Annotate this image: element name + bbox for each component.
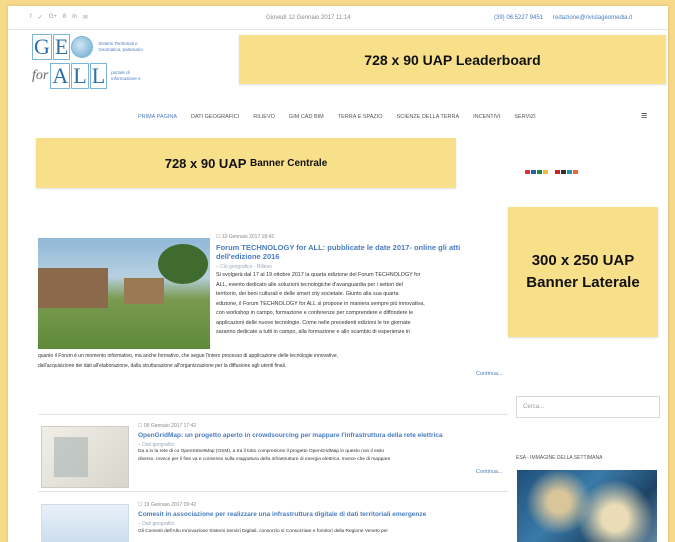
article-excerpt: Da a in la rete di co OpenStreetMap (OSM… bbox=[138, 448, 508, 464]
nav-item-rilievo[interactable]: Rilievo bbox=[253, 114, 275, 120]
page-frame: f ✓ G+ 8 in ✉ Giovedì 12 Gennaio 2017 11… bbox=[8, 6, 668, 542]
language-flag-icon[interactable] bbox=[531, 170, 536, 174]
article-excerpt: Gli Comesit dell'Alto Innovazione Sistem… bbox=[138, 528, 508, 536]
article-date: ☐ 19 Gennaio 2017 09:42 bbox=[138, 502, 197, 508]
article-date: ☐ 09 Gennaio 2017 17:42 bbox=[138, 423, 197, 429]
logo-tagline: Geomatica, partenario bbox=[98, 47, 143, 52]
logo-letter: A bbox=[50, 63, 71, 89]
menu-icon[interactable]: ≡ bbox=[641, 110, 647, 122]
read-more-link[interactable]: Continua... bbox=[476, 469, 503, 475]
excerpt-line: con workshop in campo, formazione e conf… bbox=[216, 310, 414, 316]
linkedin-icon[interactable]: in bbox=[72, 14, 77, 21]
language-flag-icon[interactable] bbox=[573, 170, 578, 174]
top-bar: f ✓ G+ 8 in ✉ Giovedì 12 Gennaio 2017 11… bbox=[8, 6, 668, 30]
rss-icon[interactable]: ✉ bbox=[83, 14, 88, 21]
side-banner-label: Banner Laterale bbox=[526, 274, 640, 291]
center-banner-size: 728 x 90 UAP bbox=[164, 155, 247, 171]
article-title[interactable]: Comesit in associazione per realizzare u… bbox=[138, 510, 508, 519]
facebook-icon[interactable]: f bbox=[30, 14, 32, 21]
article-category[interactable]: – Ciò geografico · Rilievo bbox=[216, 264, 272, 270]
center-banner-label: Banner Centrale bbox=[250, 157, 328, 169]
phone-link[interactable]: (39) 06.5227 9451 bbox=[494, 15, 543, 21]
nav-item-gim-cad-bim[interactable]: GIM CAD BIM bbox=[289, 114, 324, 120]
divider bbox=[38, 491, 508, 492]
article-thumbnail[interactable] bbox=[41, 504, 129, 542]
article-date: ☐ 10 Gennaio 2017 18:42 bbox=[216, 234, 275, 240]
logo-letter: L bbox=[89, 63, 108, 89]
article-title[interactable]: OpenGridMap: un progetto aperto in crowd… bbox=[138, 431, 508, 440]
social-links: f ✓ G+ 8 in ✉ bbox=[30, 14, 88, 21]
language-flag-icon[interactable] bbox=[537, 170, 542, 174]
language-flag-icon[interactable] bbox=[561, 170, 566, 174]
main-nav: Prima pagina Dati geografici Rilievo GIM… bbox=[138, 114, 536, 120]
article-thumbnail[interactable] bbox=[38, 238, 210, 349]
excerpt-line: Gli Comesit dell'Alto Innovazione Sistem… bbox=[138, 529, 388, 534]
side-banner-size: 300 x 250 UAP bbox=[531, 252, 635, 269]
read-more-link[interactable]: Continua... bbox=[476, 371, 503, 377]
tumblr-icon[interactable]: 8 bbox=[63, 14, 66, 21]
excerpt-line: Da a in la rete di co OpenStreetMap (OSM… bbox=[138, 449, 385, 454]
nav-item-dati-geografici[interactable]: Dati geografici bbox=[191, 114, 239, 120]
excerpt-line: edizione, il Forum TECHNOLOGY for ALL si… bbox=[216, 300, 425, 307]
excerpt-line: territorio, dei beni culturali e delle s… bbox=[216, 291, 399, 297]
language-flag-icon[interactable] bbox=[525, 170, 530, 174]
excerpt-line: ALL, evento dedicato alle soluzioni tecn… bbox=[216, 281, 403, 288]
language-flag-icon[interactable] bbox=[549, 170, 554, 174]
language-flag-icon[interactable] bbox=[567, 170, 572, 174]
logo-letter: L bbox=[71, 63, 89, 89]
excerpt-line: diverso. Invece per il fine va e consens… bbox=[138, 457, 391, 462]
article-thumbnail[interactable] bbox=[41, 426, 129, 488]
email-link[interactable]: redazione@rivistageomedia.it bbox=[553, 15, 632, 21]
nav-item-terra-e-spazio[interactable]: Terra e spazio bbox=[338, 114, 383, 120]
logo-letter: E bbox=[52, 34, 71, 60]
esa-widget-title: ESA - IMMAGINE DELLA SETTIMANA bbox=[516, 455, 603, 461]
globe-icon bbox=[71, 36, 94, 58]
center-banner-ad[interactable]: 728 x 90 UAP Banner Centrale bbox=[36, 138, 456, 188]
nav-item-incentivi[interactable]: Incentivi bbox=[473, 114, 500, 120]
nav-item-servizi[interactable]: Servizi bbox=[514, 114, 535, 120]
search-input[interactable]: Cerca... bbox=[516, 396, 660, 418]
google-plus-icon[interactable]: G+ bbox=[49, 14, 57, 21]
twitter-icon[interactable]: ✓ bbox=[38, 14, 43, 21]
site-logo[interactable]: G E Sistemi Territoriali e Geomatica, pa… bbox=[32, 34, 156, 100]
excerpt-line: quanto il Forum è un momento informativo… bbox=[38, 353, 339, 359]
article-excerpt-cont: quanto il Forum è un momento informativo… bbox=[38, 352, 508, 371]
excerpt-line: dall'acquisizione dei dati all'elaborazi… bbox=[38, 362, 287, 369]
article-excerpt: Si svolgerà dal 17 al 19 ottobre 2017 la… bbox=[216, 271, 508, 338]
language-flags bbox=[525, 170, 578, 174]
excerpt-line: Si svolgerà dal 17 al 19 ottobre 2017 la… bbox=[216, 272, 421, 278]
nav-item-prima-pagina[interactable]: Prima pagina bbox=[138, 114, 177, 120]
divider bbox=[38, 414, 508, 415]
side-banner-ad[interactable]: 300 x 250 UAP Banner Laterale bbox=[508, 207, 658, 337]
language-flag-icon[interactable] bbox=[555, 170, 560, 174]
language-flag-icon[interactable] bbox=[543, 170, 548, 174]
logo-letter: G bbox=[32, 34, 52, 60]
article-title[interactable]: Forum TECHNOLOGY for ALL: pubblicate le … bbox=[216, 243, 506, 261]
excerpt-line: applicazioni delle nuove tecnologie. Com… bbox=[216, 319, 411, 326]
article-category[interactable]: – Dati geografici bbox=[138, 521, 174, 527]
current-date: Giovedì 12 Gennaio 2017 11:14 bbox=[266, 15, 351, 21]
nav-item-scienze-della-terra[interactable]: Scienze della terra bbox=[397, 114, 460, 120]
excerpt-line: saranno dedicate a tutti in campo, alla … bbox=[216, 329, 411, 335]
leaderboard-ad[interactable]: 728 x 90 UAP Leaderboard bbox=[239, 35, 666, 84]
esa-image[interactable] bbox=[517, 470, 657, 542]
logo-for: for bbox=[32, 68, 49, 83]
logo-tagline: informazione e bbox=[111, 76, 141, 81]
